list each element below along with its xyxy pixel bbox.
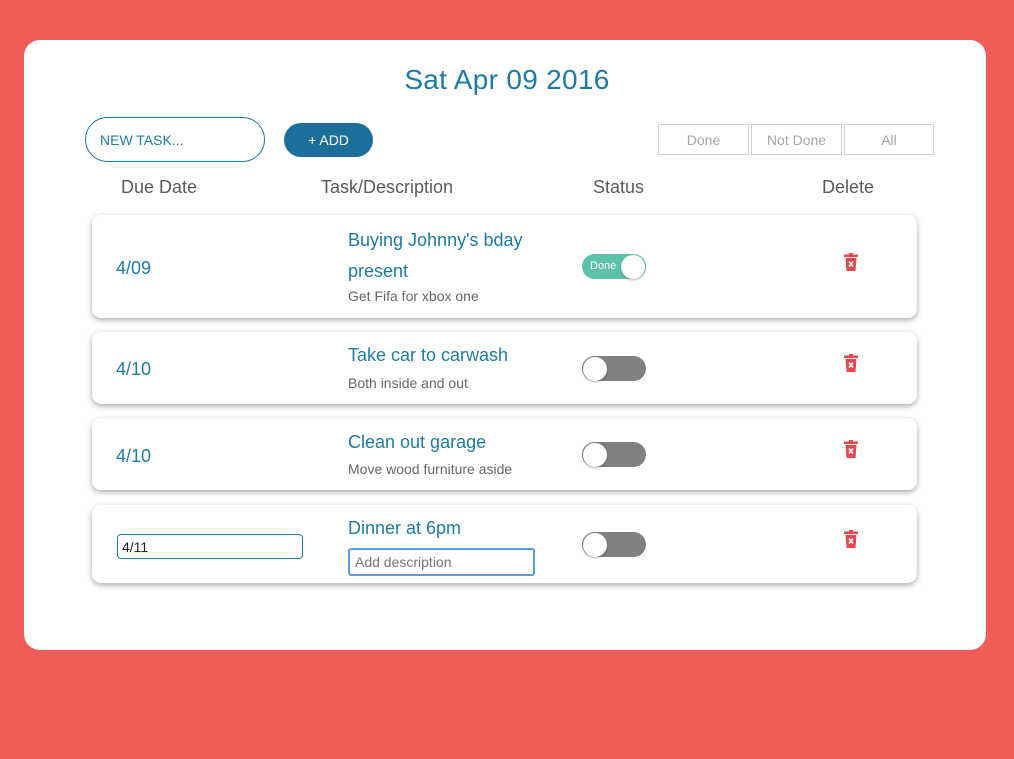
new-task-input[interactable] — [85, 117, 265, 162]
column-header-due-date: Due Date — [121, 177, 198, 197]
task-row: 4/09 Buying Johnny's bday present Get Fi… — [92, 215, 917, 318]
task-due-date: 4/10 — [116, 359, 152, 379]
column-header-task: Task/Description — [321, 177, 454, 197]
filter-not-done-button[interactable]: Not Done — [751, 124, 842, 155]
task-title: Dinner at 6pm — [348, 518, 462, 538]
status-toggle-label: Done — [590, 260, 617, 272]
task-title: Clean out garage — [348, 432, 487, 452]
status-toggle[interactable] — [582, 356, 646, 381]
task-description: Both inside and out — [348, 375, 468, 391]
task-description: Get Fifa for xbox one — [348, 288, 479, 304]
trash-icon[interactable] — [844, 354, 858, 372]
status-toggle[interactable]: Done — [582, 254, 646, 279]
status-toggle[interactable] — [582, 442, 646, 467]
status-toggle[interactable] — [582, 532, 646, 557]
task-due-date: 4/10 — [116, 446, 152, 466]
trash-icon[interactable] — [844, 440, 858, 458]
toggle-knob — [583, 442, 607, 467]
filter-all-button[interactable]: All — [844, 124, 934, 155]
trash-icon[interactable] — [844, 530, 858, 548]
task-row: 4/10 Take car to carwash Both inside and… — [92, 332, 917, 404]
column-header-delete: Delete — [822, 177, 875, 197]
task-title: Buying Johnny's bday present — [348, 230, 523, 281]
due-date-input[interactable] — [117, 534, 303, 559]
task-row: 4/10 Clean out garage Move wood furnitur… — [92, 418, 917, 490]
description-input[interactable] — [348, 548, 535, 576]
task-title: Take car to carwash — [348, 345, 509, 365]
page-title: Sat Apr 09 2016 — [404, 64, 610, 95]
trash-icon[interactable] — [844, 253, 858, 271]
add-task-button[interactable]: + ADD — [284, 123, 373, 157]
toggle-knob — [583, 356, 607, 381]
task-row: Dinner at 6pm — [92, 505, 917, 583]
column-header-status: Status — [593, 177, 645, 197]
task-description: Move wood furniture aside — [348, 461, 513, 477]
toggle-knob — [621, 254, 645, 279]
filter-done-button[interactable]: Done — [658, 124, 749, 155]
toggle-knob — [583, 532, 607, 557]
task-due-date: 4/09 — [116, 258, 152, 278]
